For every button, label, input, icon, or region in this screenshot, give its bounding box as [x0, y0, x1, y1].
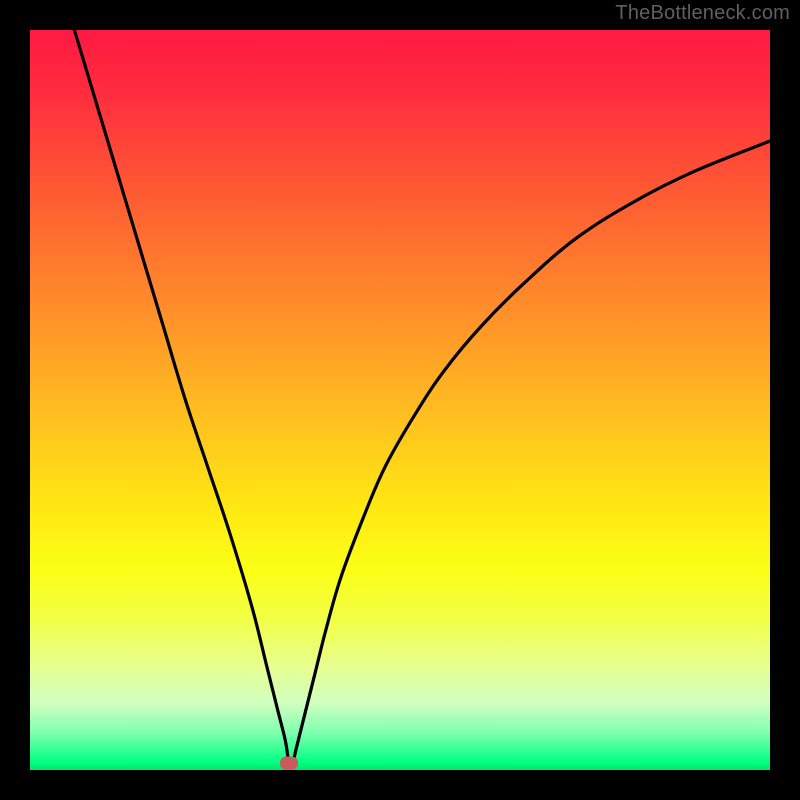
- curve-svg: [30, 30, 770, 770]
- bottleneck-curve: [74, 30, 770, 765]
- optimum-marker: [280, 756, 298, 769]
- watermark-text: TheBottleneck.com: [615, 2, 790, 25]
- plot-area: [30, 30, 770, 770]
- chart-frame: TheBottleneck.com: [0, 0, 800, 800]
